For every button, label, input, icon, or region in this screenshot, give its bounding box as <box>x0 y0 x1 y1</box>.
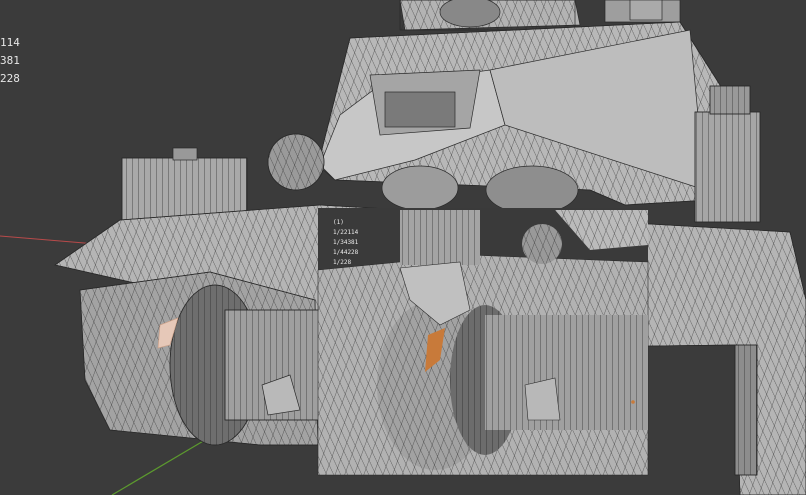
inset-stats-line: 1/228 <box>333 259 352 266</box>
inset-stats-line: 1/22114 <box>333 229 359 236</box>
stats-line: 114 <box>0 36 20 49</box>
3d-viewport[interactable] <box>0 0 806 495</box>
stats-line: 228 <box>0 72 20 85</box>
viewport-statistics: 114 381 228 <box>0 34 20 88</box>
inset-stats-line: (1) <box>333 219 344 226</box>
inset-statistics: (1) 1/22114 1/34381 1/44228 1/228 <box>333 218 358 268</box>
inset-stats-line: 1/34381 <box>333 239 359 246</box>
stats-line: 381 <box>0 54 20 67</box>
inset-stats-line: 1/44228 <box>333 249 359 256</box>
inset-render-panel <box>317 208 649 476</box>
